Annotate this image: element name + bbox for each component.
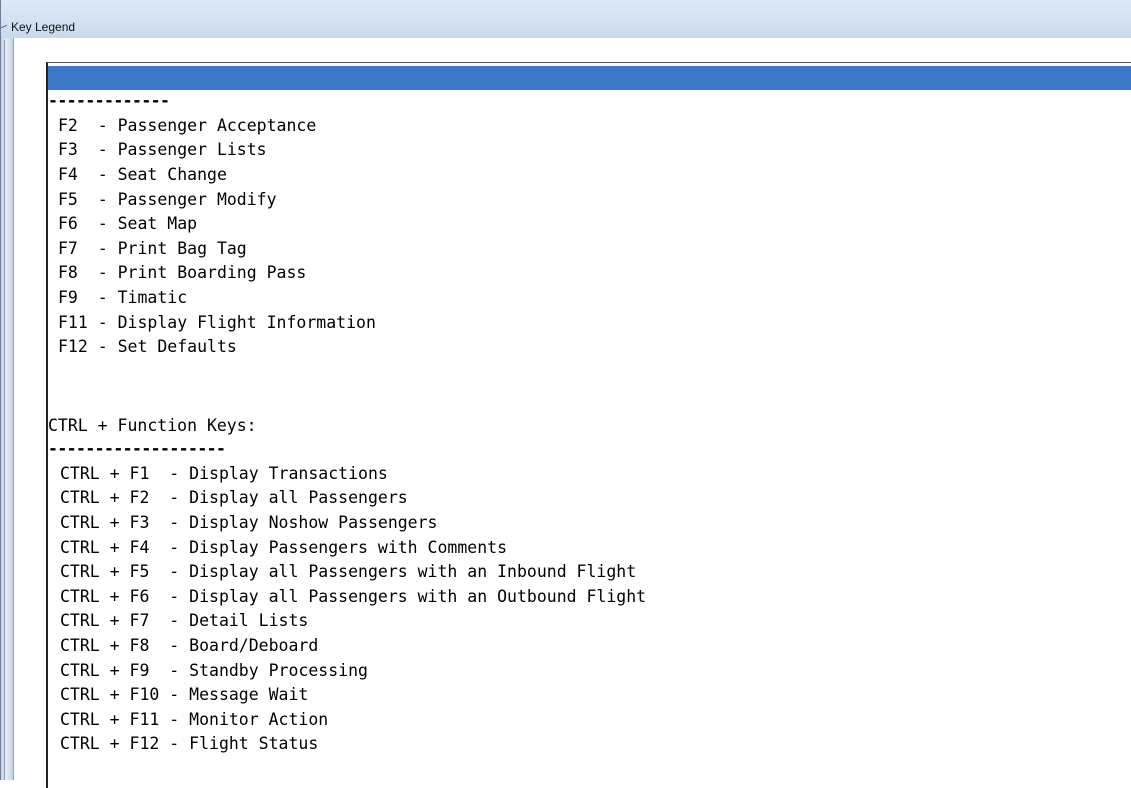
function-key-line: F4 - Seat Change bbox=[58, 165, 227, 184]
ctrl-function-keys-header: CTRL + Function Keys: bbox=[48, 416, 257, 435]
ctrl-key-line: CTRL + F8 - Board/Deboard bbox=[60, 636, 319, 655]
ctrl-key-line: CTRL + F4 - Display Passengers with Comm… bbox=[60, 538, 508, 557]
ctrl-key-line: CTRL + F7 - Detail Lists bbox=[60, 611, 309, 630]
function-key-line: F7 - Print Bag Tag bbox=[58, 239, 247, 258]
function-key-line: F2 - Passenger Acceptance bbox=[58, 116, 317, 135]
window-title: Key Legend bbox=[11, 20, 76, 34]
ctrl-key-line: CTRL + F12 - Flight Status bbox=[60, 734, 319, 753]
function-key-line: F3 - Passenger Lists bbox=[58, 140, 267, 159]
ctrl-key-line: CTRL + F5 - Display all Passengers with … bbox=[60, 562, 637, 581]
function-key-line: F8 - Print Boarding Pass bbox=[58, 263, 307, 282]
ctrl-function-keys-divider: ------------------- bbox=[48, 439, 226, 458]
function-keys-header[interactable]: Function Keys: bbox=[48, 66, 1131, 111]
function-key-line: F12 - Set Defaults bbox=[58, 337, 237, 356]
ctrl-key-line: CTRL + F11 - Monitor Action bbox=[60, 710, 329, 729]
ctrl-key-line: CTRL + F9 - Standby Processing bbox=[60, 661, 368, 680]
key-legend-text-area[interactable]: Function Keys: ------------- F2 - Passen… bbox=[46, 62, 1131, 788]
function-key-line: F5 - Passenger Modify bbox=[58, 190, 277, 209]
function-keys-divider: ------------- bbox=[48, 91, 170, 110]
function-key-line: F9 - Timatic bbox=[58, 288, 188, 307]
window-corner bbox=[1, 24, 7, 33]
ctrl-key-line: CTRL + F6 - Display all Passengers with … bbox=[60, 587, 647, 606]
ctrl-key-line: CTRL + F10 - Message Wait bbox=[60, 685, 309, 704]
ctrl-key-line: CTRL + F1 - Display Transactions bbox=[60, 464, 388, 483]
function-key-line: F11 - Display Flight Information bbox=[58, 313, 376, 332]
window-left-border[interactable] bbox=[1, 38, 14, 780]
ctrl-key-line: CTRL + F2 - Display all Passengers bbox=[60, 488, 408, 507]
window-frame: Key Legend Function Keys: ------------- … bbox=[0, 0, 1131, 788]
ctrl-key-line: CTRL + F3 - Display Noshow Passengers bbox=[60, 513, 438, 532]
function-key-line: F6 - Seat Map bbox=[58, 214, 198, 233]
window-client-area: Function Keys: ------------- F2 - Passen… bbox=[14, 38, 1131, 788]
window-left-border-line bbox=[4, 40, 5, 780]
title-bar[interactable]: Key Legend bbox=[1, 0, 1131, 38]
